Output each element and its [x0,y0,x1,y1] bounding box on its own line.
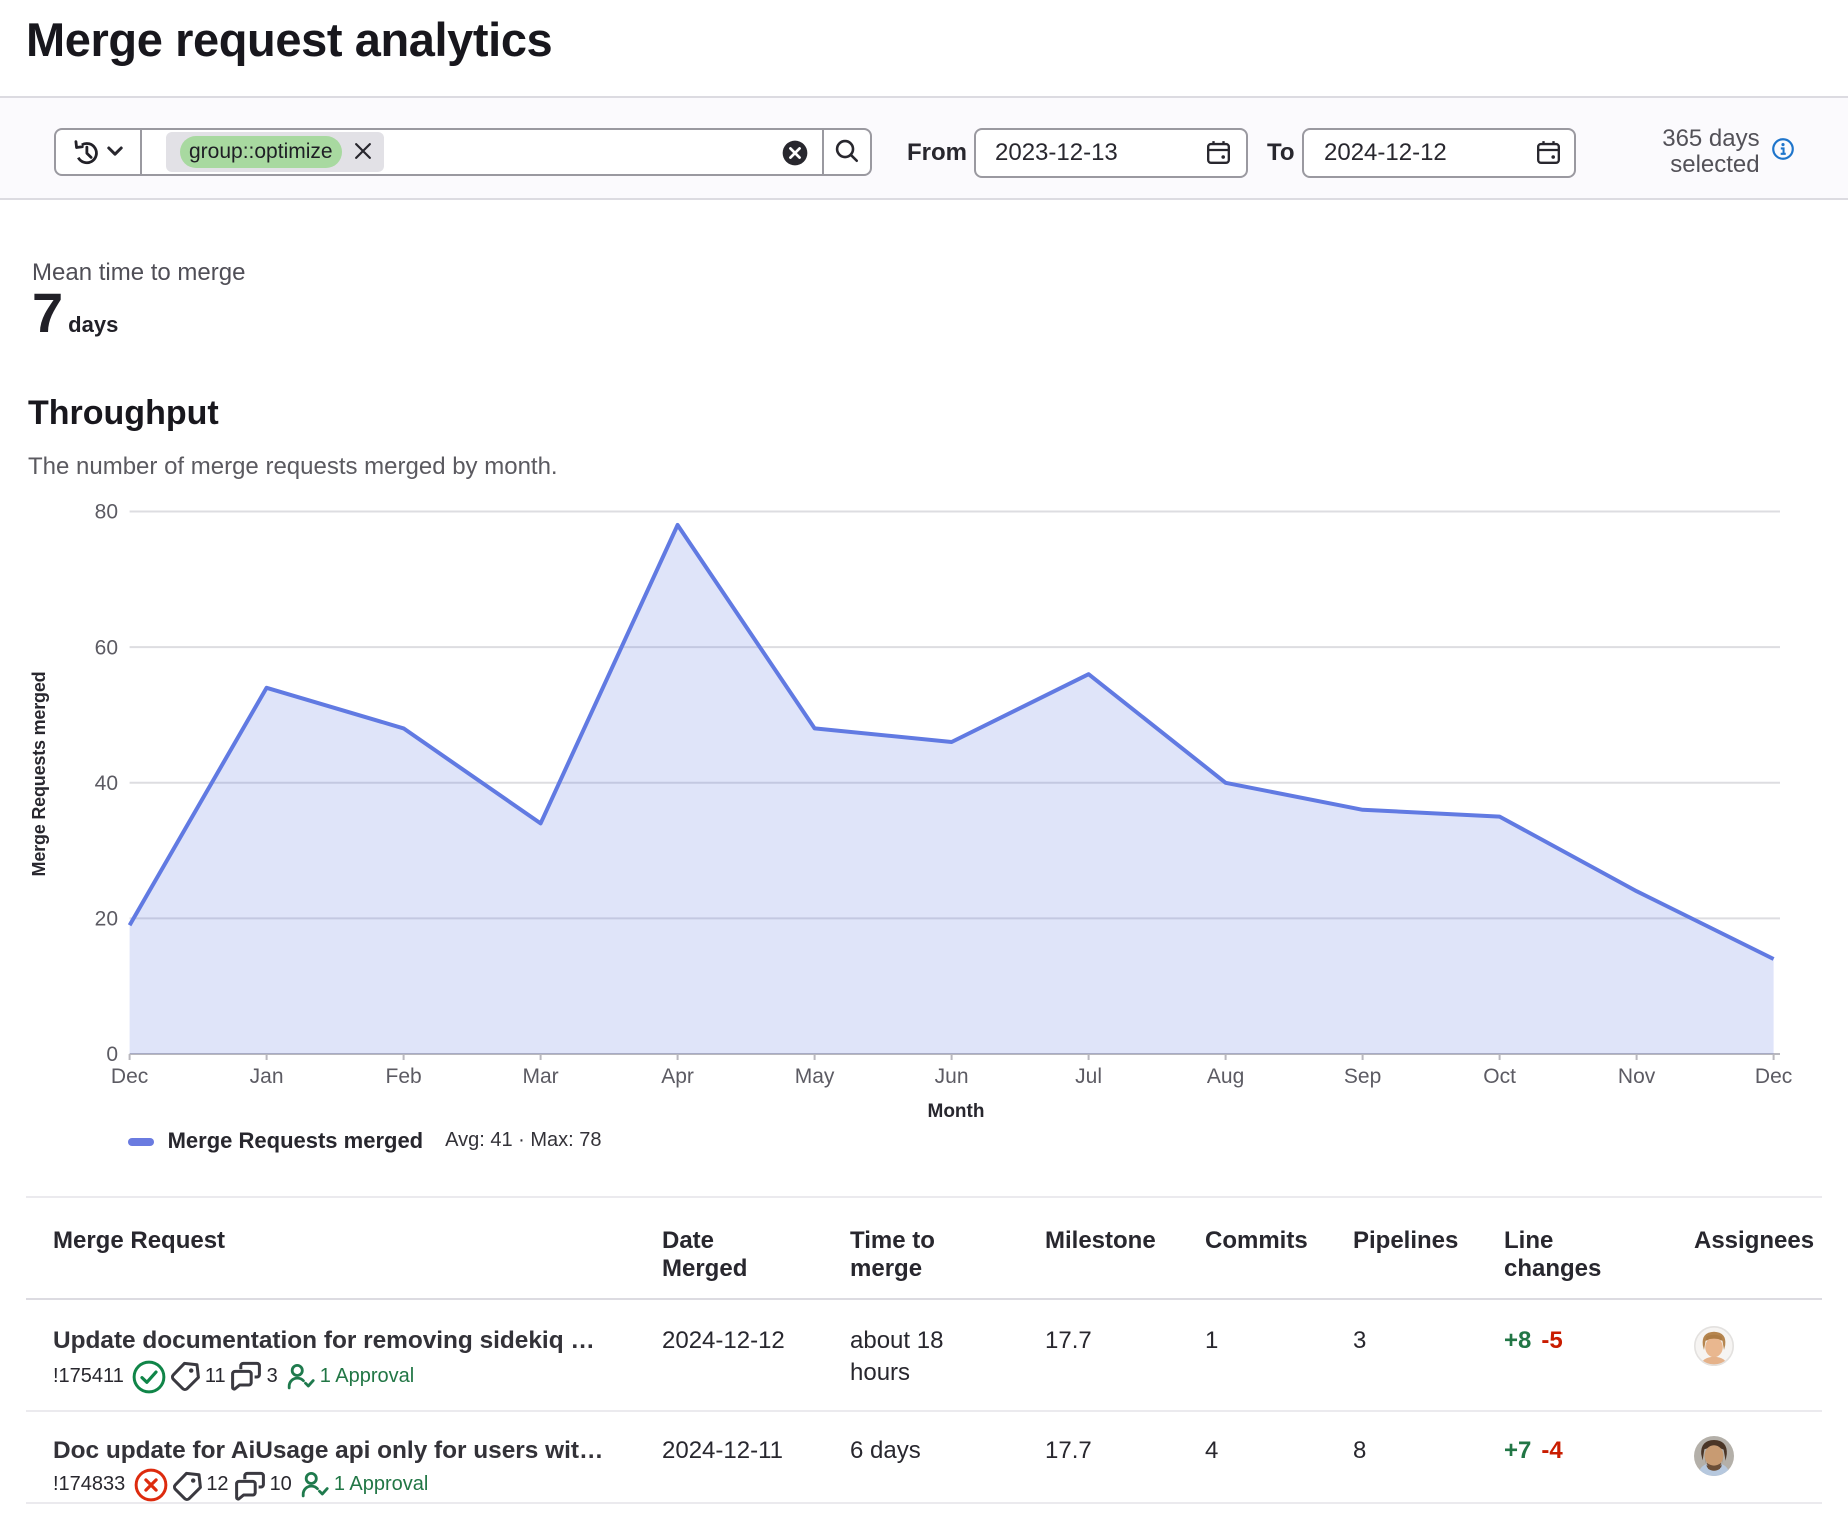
svg-text:80: 80 [95,501,118,524]
svg-text:Month: Month [928,1101,985,1122]
svg-text:Dec: Dec [1755,1065,1792,1088]
svg-text:Jul: Jul [1075,1065,1102,1088]
svg-text:Nov: Nov [1618,1065,1656,1088]
svg-text:Aug: Aug [1207,1065,1244,1088]
svg-text:60: 60 [95,636,118,659]
svg-text:Merge Requests merged: Merge Requests merged [29,672,49,877]
svg-text:Jan: Jan [250,1065,284,1088]
svg-text:Apr: Apr [661,1065,694,1088]
svg-text:Mar: Mar [523,1065,559,1088]
svg-text:Dec: Dec [111,1065,148,1088]
svg-text:20: 20 [95,908,118,931]
svg-text:0: 0 [106,1043,118,1066]
svg-text:Feb: Feb [386,1065,422,1088]
svg-text:40: 40 [95,772,118,795]
svg-text:Oct: Oct [1483,1065,1516,1088]
svg-text:Sep: Sep [1344,1065,1381,1088]
svg-text:May: May [795,1065,835,1088]
svg-text:Jun: Jun [935,1065,969,1088]
